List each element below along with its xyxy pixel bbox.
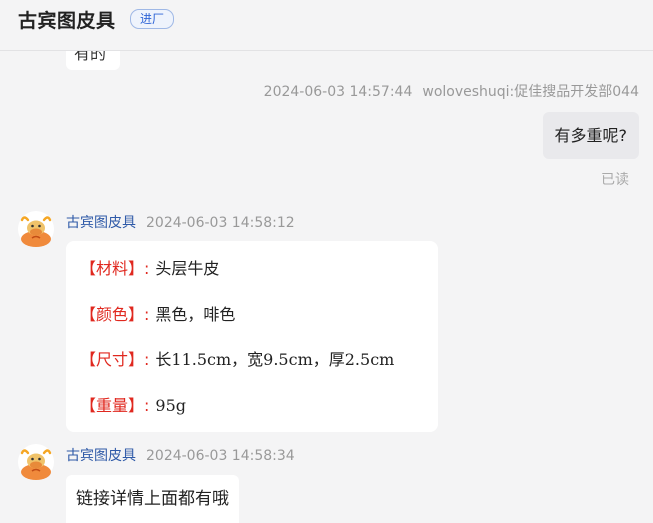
spec-row-color: 【颜色】: 黑色，啡色 <box>80 301 235 325</box>
incoming-message-meta: 古宾图皮具 2024-06-03 14:58:34 <box>66 445 295 465</box>
incoming-message-bubble: 链接详情上面都有哦 <box>66 475 239 523</box>
sender-name[interactable]: 古宾图皮具 <box>66 215 136 231</box>
spec-row-size: 【尺寸】: 长11.5cm，宽9.5cm，厚2.5cm <box>80 346 394 370</box>
sender-name[interactable]: 古宾图皮具 <box>66 448 136 464</box>
shop-title: 古宾图皮具 <box>18 10 116 32</box>
spec-value: 长11.5cm，宽9.5cm，厚2.5cm <box>155 350 395 369</box>
spec-key: 【尺寸】: <box>80 350 150 369</box>
read-status: 已读 <box>601 172 629 188</box>
spec-value: 95g <box>155 396 187 415</box>
incoming-timestamp: 2024-06-03 14:58:34 <box>146 448 295 464</box>
spec-key: 【材料】: <box>80 259 150 278</box>
spec-key: 【重量】: <box>80 396 150 415</box>
incoming-timestamp: 2024-06-03 14:58:12 <box>146 215 295 231</box>
chat-header: 古宾图皮具 进厂 <box>0 0 653 51</box>
spec-value: 黑色，啡色 <box>155 305 236 324</box>
bull-mascot-avatar-icon[interactable] <box>18 211 54 247</box>
spec-value: 头层牛皮 <box>155 259 220 278</box>
spec-row-material: 【材料】: 头层牛皮 <box>80 255 219 279</box>
spec-key: 【颜色】: <box>80 305 150 324</box>
bull-mascot-avatar-icon[interactable] <box>18 444 54 480</box>
outgoing-message-meta: 2024-06-03 14:57:44 woloveshuqi:促佳搜品开发部04… <box>264 81 639 101</box>
outgoing-message-bubble: 有多重呢? <box>542 112 639 159</box>
incoming-message-meta: 古宾图皮具 2024-06-03 14:58:12 <box>66 212 295 232</box>
spec-row-weight: 【重量】: 95g <box>80 392 186 416</box>
outgoing-sender: woloveshuqi:促佳搜品开发部044 <box>422 84 639 100</box>
outgoing-timestamp: 2024-06-03 14:57:44 <box>263 84 413 100</box>
enter-factory-badge[interactable]: 进厂 <box>130 9 175 29</box>
product-spec-bubble: 【材料】: 头层牛皮 【颜色】: 黑色，啡色 【尺寸】: 长11.5cm，宽9.5cm… <box>66 241 438 432</box>
